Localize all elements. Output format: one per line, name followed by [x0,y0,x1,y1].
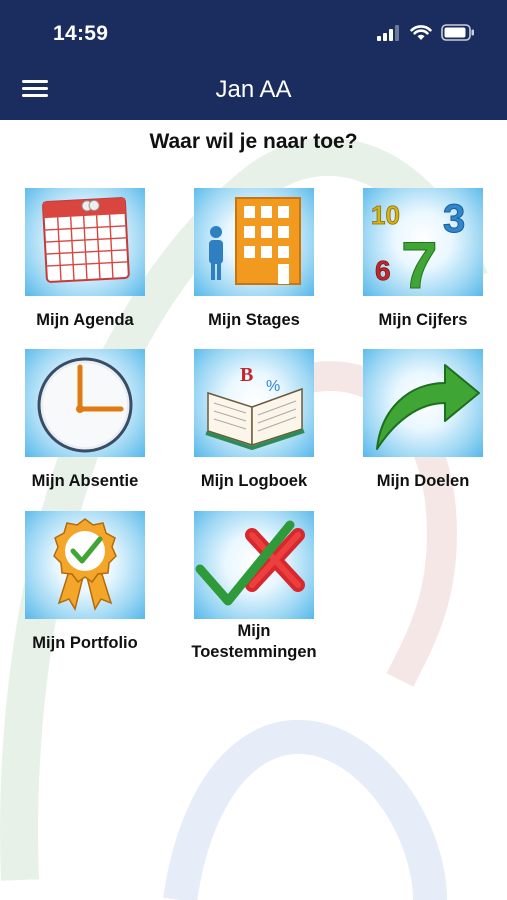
open-book-icon: B % [194,349,314,457]
tile-mijn-cijfers[interactable]: 10 3 6 7 Mijn Cijfers [348,188,498,338]
numbers-icon: 10 3 6 7 [363,188,483,296]
tile-mijn-stages[interactable]: Mijn Stages [179,188,329,338]
tile-label: Mijn Toestemmingen [191,622,317,661]
tile-label: Mijn Stages [208,311,300,329]
arrow-icon [363,349,483,457]
app-header: 14:59 Jan AA [0,0,507,120]
signal-icon [377,24,399,41]
tile-label: Mijn Cijfers [378,311,468,329]
check-cross-icon [194,511,314,619]
svg-text:6: 6 [375,255,391,286]
page-title: Jan AA [215,76,292,103]
tile-label: Mijn Absentie [31,472,139,490]
tile-mijn-doelen[interactable]: Mijn Doelen [348,349,498,499]
status-icons [377,24,475,41]
calendar-icon [25,188,145,296]
tile-mijn-portfolio[interactable]: Mijn Portfolio [10,511,160,661]
tile-mijn-logboek[interactable]: B % Mijn Logboek [179,349,329,499]
tile-label: Mijn Doelen [376,472,470,490]
clock-icon [25,349,145,457]
svg-text:10: 10 [371,200,400,230]
svg-text:B: B [240,364,253,386]
tile-mijn-agenda[interactable]: Mijn Agenda [10,188,160,338]
award-ribbon-icon [25,511,145,619]
tile-mijn-toestemmingen[interactable]: Mijn Toestemmingen [179,511,329,671]
tile-label: Mijn Agenda [36,311,134,329]
tile-mijn-absentie[interactable]: Mijn Absentie [10,349,160,499]
wifi-icon [410,24,432,40]
svg-text:%: % [266,378,280,395]
status-time: 14:59 [53,22,109,45]
svg-text:7: 7 [401,228,438,296]
building-icon [194,188,314,296]
svg-text:3: 3 [443,197,465,241]
tile-label: Mijn Portfolio [32,634,138,652]
battery-icon [441,24,474,41]
tile-label: Mijn Logboek [200,472,308,490]
prompt-heading: Waar wil je naar toe? [149,130,358,153]
